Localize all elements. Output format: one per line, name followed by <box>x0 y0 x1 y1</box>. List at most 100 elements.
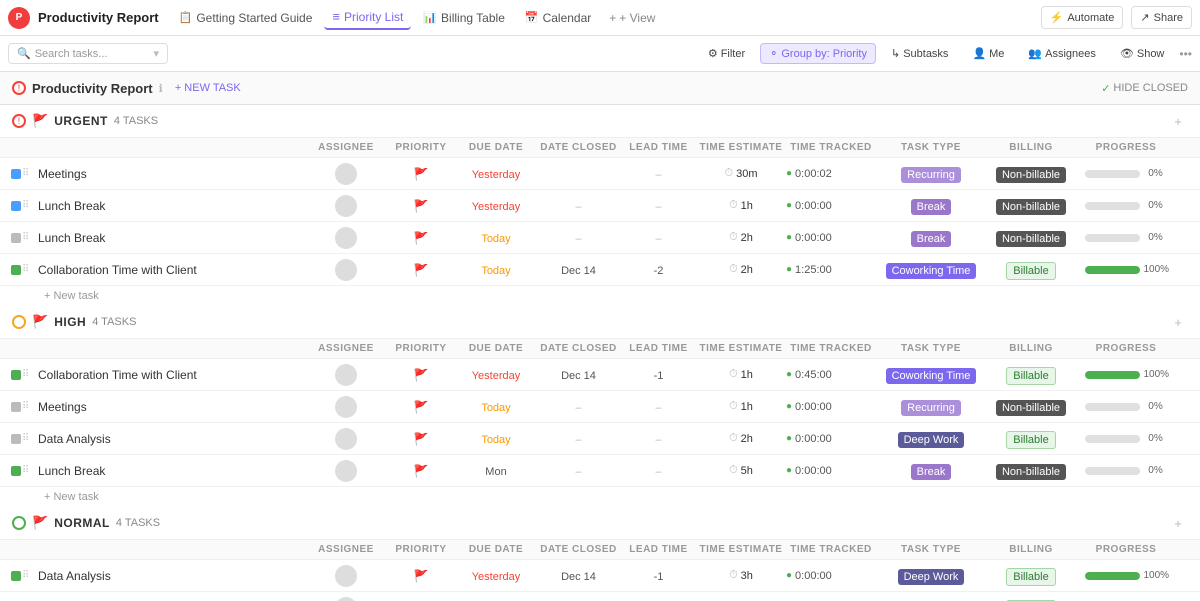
search-placeholder: Search tasks... <box>35 48 108 60</box>
new-task-row-high[interactable]: + New task <box>0 487 1200 507</box>
col-lead-time-header: LEAD TIME <box>621 142 696 153</box>
high-circle-icon <box>12 315 26 329</box>
filter-icon: ⚙ <box>708 47 718 60</box>
col-headers-urgent: ASSIGNEE PRIORITY DUE DATE DATE CLOSED L… <box>0 138 1200 158</box>
share-label: Share <box>1154 12 1183 24</box>
due-date-u2: Yesterday <box>456 199 536 213</box>
drag-handle-u1[interactable]: ⠿ <box>20 168 34 179</box>
new-task-btn[interactable]: + NEW TASK <box>169 80 247 96</box>
time-est-val-u1: 30m <box>736 168 757 180</box>
automate-btn[interactable]: ⚡ Automate <box>1041 6 1124 29</box>
task-name-u4[interactable]: Collaboration Time with Client <box>34 263 306 277</box>
more-icon[interactable]: ••• <box>1179 47 1192 61</box>
list-icon: ≡ <box>332 9 340 24</box>
main-content: ! Productivity Report ℹ + NEW TASK ✓ HID… <box>0 72 1200 601</box>
table-row: ⠿ Lunch Break 🚩 Today – – ⏱2h ●0:00:00 B… <box>0 222 1200 254</box>
billing-badge-u2: Non-billable <box>996 199 1066 215</box>
table-row: ⠿ Data Analysis 🚩 Mon – – ⏱3h ●0:00:00 D… <box>0 592 1200 601</box>
table-row: ⠿ Lunch Break 🚩 Mon – – ⏱5h ●0:00:00 Bre… <box>0 455 1200 487</box>
due-date-val-u2: Yesterday <box>472 201 521 213</box>
clock-icon-u1: ● <box>786 168 792 179</box>
tab-getting-started[interactable]: 📋 Getting Started Guide <box>171 7 321 29</box>
time-est-u1: ⏱30m <box>696 167 786 180</box>
share-btn[interactable]: ↗ Share <box>1131 6 1192 29</box>
task-name-u3[interactable]: Lunch Break <box>34 231 306 245</box>
top-nav: P Productivity Report 📋 Getting Started … <box>0 0 1200 36</box>
assignee-u1 <box>306 163 386 185</box>
flag-icon-u2: 🚩 <box>414 199 429 213</box>
due-date-val-u1: Yesterday <box>472 169 521 181</box>
subtasks-btn[interactable]: ↳ Subtasks <box>882 43 957 64</box>
task-type-u1: Recurring <box>876 167 986 181</box>
me-label: Me <box>989 48 1004 60</box>
assignees-btn[interactable]: 👥 Assignees <box>1019 43 1104 64</box>
hide-closed-btn[interactable]: ✓ HIDE CLOSED <box>1101 82 1188 95</box>
lead-time-val-u1: – <box>655 169 661 181</box>
lead-time-u1: – <box>621 167 696 181</box>
filter-label: Filter <box>721 48 745 60</box>
col-time-tracked-header: TIME TRACKED <box>786 142 876 153</box>
hide-closed-label: HIDE CLOSED <box>1113 82 1188 94</box>
progress-bar-bg-u1 <box>1085 170 1140 178</box>
filter-btn[interactable]: ⚙ Filter <box>699 43 754 64</box>
add-view-label: + View <box>619 11 655 25</box>
show-btn[interactable]: 👁 Show <box>1111 43 1174 64</box>
new-task-row-urgent[interactable]: + New task <box>0 286 1200 306</box>
section-urgent: ! 🚩 URGENT 4 TASKS + ASSIGNEE PRIORITY D… <box>0 105 1200 306</box>
automate-label: Automate <box>1067 12 1114 24</box>
tab-calendar[interactable]: 📅 Calendar <box>517 7 599 29</box>
avatar-u2 <box>335 195 357 217</box>
tab-billing-table-label: Billing Table <box>441 11 505 25</box>
info-icon: ℹ <box>159 82 163 95</box>
section-title-high: HIGH <box>54 315 86 329</box>
group-by-label: Group by: Priority <box>781 48 867 60</box>
me-btn[interactable]: 👤 Me <box>963 43 1013 64</box>
section-header-normal: 🚩 NORMAL 4 TASKS + <box>0 507 1200 540</box>
search-icon: 🔍 <box>17 47 31 60</box>
tab-priority-list[interactable]: ≡ Priority List <box>324 5 411 30</box>
priority-u3[interactable]: 🚩 <box>386 231 456 245</box>
progress-u2: 0% <box>1076 200 1176 211</box>
table-row: ⠿ Data Analysis 🚩 Yesterday Dec 14 -1 ⏱3… <box>0 560 1200 592</box>
task-name-u2[interactable]: Lunch Break <box>34 199 306 213</box>
avatar-u1 <box>335 163 357 185</box>
section-count-normal: 4 TASKS <box>116 517 160 529</box>
drag-handle-u4[interactable]: ⠿ <box>20 264 34 275</box>
table-row: ⠿ Meetings 🚩 Yesterday – ⏱30m ●0:00:02 R… <box>0 158 1200 190</box>
lead-time-val-u2: – <box>655 201 661 213</box>
app-title: Productivity Report <box>38 10 159 25</box>
progress-u1: 0% <box>1076 168 1176 179</box>
section-header-urgent: ! 🚩 URGENT 4 TASKS + <box>0 105 1200 138</box>
show-label: Show <box>1137 48 1165 60</box>
section-count-high: 4 TASKS <box>92 316 136 328</box>
priority-u4[interactable]: 🚩 <box>386 263 456 277</box>
group-by-btn[interactable]: ⚬ Group by: Priority <box>760 43 876 64</box>
col-billing-header: BILLING <box>986 142 1076 153</box>
drag-handle-u2[interactable]: ⠿ <box>20 200 34 211</box>
task-name-u1[interactable]: Meetings <box>34 167 306 181</box>
billing-u1: Non-billable <box>986 167 1076 181</box>
table-row: ⠿ Data Analysis 🚩 Today – – ⏱2h ●0:00:00… <box>0 423 1200 455</box>
task-type-badge-u2: Break <box>911 199 952 215</box>
search-box[interactable]: 🔍 Search tasks... ▾ <box>8 43 168 64</box>
section-title-urgent: URGENT <box>54 114 108 128</box>
section-add-high[interactable]: + <box>1168 312 1188 332</box>
col-date-closed-header: DATE CLOSED <box>536 142 621 153</box>
assignees-label: Assignees <box>1045 48 1096 60</box>
nav-right: ⚡ Automate ↗ Share <box>1041 6 1192 29</box>
priority-u1[interactable]: 🚩 <box>386 167 456 181</box>
col-priority-header: PRIORITY <box>386 142 456 153</box>
tab-calendar-label: Calendar <box>543 11 592 25</box>
list-header: ! Productivity Report ℹ + NEW TASK ✓ HID… <box>0 72 1200 105</box>
app-logo: P <box>8 7 30 29</box>
due-date-u1: Yesterday <box>456 167 536 181</box>
priority-u2[interactable]: 🚩 <box>386 199 456 213</box>
toolbar: 🔍 Search tasks... ▾ ⚙ Filter ⚬ Group by:… <box>0 36 1200 72</box>
drag-handle-u3[interactable]: ⠿ <box>20 232 34 243</box>
tab-billing-table[interactable]: 📊 Billing Table <box>415 7 513 29</box>
section-add-normal[interactable]: + <box>1168 513 1188 533</box>
clock-icon-u2: ● <box>786 200 792 211</box>
section-add-icon[interactable]: + <box>1168 111 1188 131</box>
add-view-btn[interactable]: + + View <box>603 7 661 29</box>
section-high: 🚩 HIGH 4 TASKS + ASSIGNEE PRIORITY DUE D… <box>0 306 1200 507</box>
